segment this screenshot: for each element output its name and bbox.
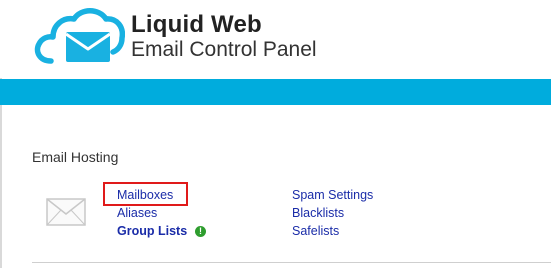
spam-settings-link[interactable]: Spam Settings: [292, 188, 373, 202]
top-banner: [0, 79, 551, 105]
header: Liquid Web Email Control Panel: [0, 0, 551, 78]
mailboxes-highlight-box: [103, 182, 188, 206]
aliases-link[interactable]: Aliases: [117, 206, 157, 220]
cloud-email-logo-icon: [34, 8, 125, 64]
app-subtitle: Email Control Panel: [131, 38, 317, 61]
safelists-link[interactable]: Safelists: [292, 224, 339, 238]
brand-name: Liquid Web: [131, 11, 262, 38]
section-divider: [32, 262, 551, 263]
group-lists-link[interactable]: Group Lists: [117, 224, 187, 238]
blacklists-link[interactable]: Blacklists: [292, 206, 344, 220]
info-icon[interactable]: !: [195, 226, 206, 237]
envelope-icon: [46, 198, 86, 226]
section-title: Email Hosting: [32, 149, 119, 165]
